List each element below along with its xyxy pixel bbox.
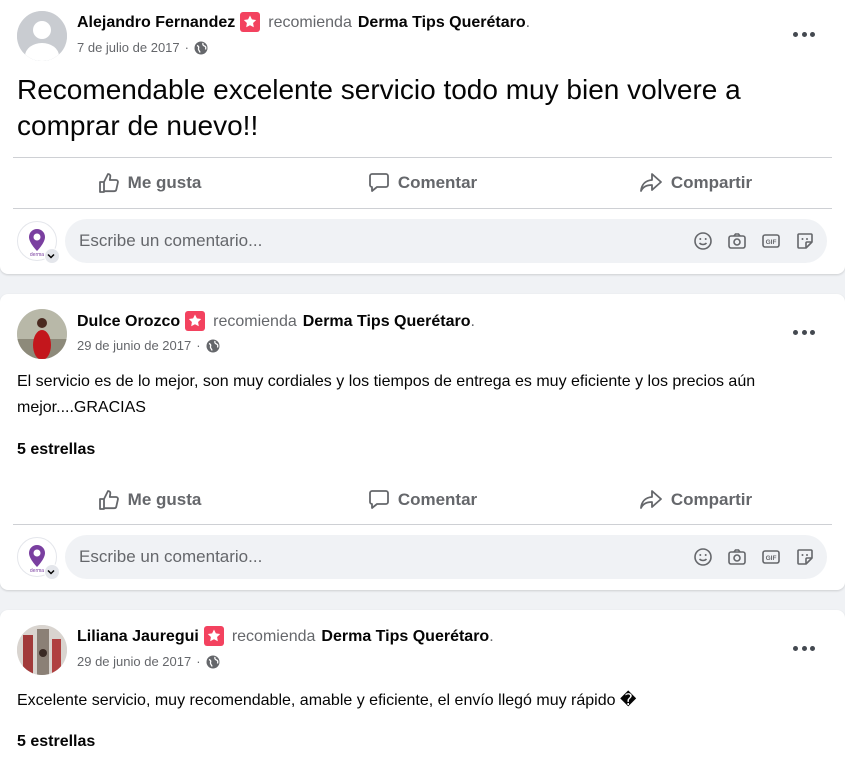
author-name[interactable]: Liliana Jauregui — [77, 628, 199, 646]
page-name[interactable]: Derma Tips Querétaro — [358, 14, 526, 32]
comment-icon — [368, 490, 389, 509]
comment-button[interactable]: Comentar — [286, 159, 559, 207]
emoji-icon[interactable] — [693, 231, 713, 251]
share-button[interactable]: Compartir — [559, 476, 832, 524]
divider — [13, 208, 832, 209]
share-icon — [639, 490, 662, 509]
recommend-badge-icon — [185, 311, 206, 331]
avatar[interactable] — [17, 309, 67, 359]
gif-icon[interactable]: GIF — [761, 547, 781, 567]
svg-text:GIF: GIF — [766, 555, 777, 562]
chevron-down-icon[interactable] — [44, 248, 60, 264]
globe-icon — [206, 339, 220, 353]
like-label: Me gusta — [127, 490, 202, 509]
recommend-badge-icon — [240, 12, 261, 32]
share-button[interactable]: Compartir — [559, 159, 832, 207]
recommend-verb: recomienda — [231, 628, 316, 645]
gif-icon[interactable]: GIF — [761, 231, 781, 251]
page-name[interactable]: Derma Tips Querétaro — [303, 313, 471, 331]
svg-text:derma: derma — [30, 252, 44, 258]
share-icon — [639, 173, 662, 192]
like-icon — [98, 490, 119, 510]
recommend-verb: recomienda — [268, 14, 352, 31]
author-name[interactable]: Alejandro Fernandez — [77, 14, 235, 32]
post-card: Dulce Orozco recomienda Derma Tips Queré… — [0, 294, 845, 590]
more-options-icon[interactable] — [793, 327, 815, 337]
page-name[interactable]: Derma Tips Querétaro — [321, 628, 489, 646]
divider — [13, 524, 832, 525]
camera-icon[interactable] — [727, 547, 747, 567]
more-options-icon[interactable] — [793, 29, 815, 39]
post-text: El servicio es de lo mejor, son muy cord… — [17, 373, 756, 416]
divider — [13, 157, 832, 158]
post-card: Liliana Jauregui recomienda Derma Tips Q… — [0, 610, 845, 760]
more-options-icon[interactable] — [793, 643, 815, 653]
like-button[interactable]: Me gusta — [13, 159, 286, 207]
post-card: Alejandro Fernandez recomienda Derma Tip… — [0, 0, 845, 274]
post-date[interactable]: 29 de junio de 2017 — [77, 338, 191, 353]
rating-text: 5 estrellas — [17, 733, 96, 750]
share-label: Compartir — [670, 490, 753, 509]
post-text: Recomendable excelente servicio todo muy… — [17, 74, 741, 141]
post-date[interactable]: 7 de julio de 2017 — [77, 40, 180, 55]
comment-label: Comentar — [397, 173, 478, 192]
share-label: Compartir — [670, 173, 753, 192]
recommend-verb: recomienda — [213, 313, 297, 330]
chevron-down-icon[interactable] — [44, 564, 60, 580]
like-icon — [98, 173, 119, 193]
like-button[interactable]: Me gusta — [13, 476, 286, 524]
sticker-icon[interactable] — [795, 231, 815, 251]
globe-icon — [206, 655, 220, 669]
avatar[interactable] — [17, 11, 67, 61]
rating-text: 5 estrellas — [17, 441, 96, 458]
camera-icon[interactable] — [727, 231, 747, 251]
recommend-badge-icon — [203, 626, 224, 646]
emoji-icon[interactable] — [693, 547, 713, 567]
post-text: Excelente servicio, muy recomendable, am… — [17, 692, 637, 709]
author-name[interactable]: Dulce Orozco — [77, 313, 180, 331]
comment-icon — [368, 173, 389, 192]
post-date[interactable]: 29 de junio de 2017 — [77, 654, 191, 669]
svg-text:derma: derma — [30, 568, 44, 574]
sticker-icon[interactable] — [795, 547, 815, 567]
svg-text:GIF: GIF — [766, 239, 777, 246]
globe-icon — [194, 41, 208, 55]
like-label: Me gusta — [127, 173, 202, 192]
comment-button[interactable]: Comentar — [286, 476, 559, 524]
avatar[interactable] — [17, 625, 67, 675]
comment-label: Comentar — [397, 490, 478, 509]
